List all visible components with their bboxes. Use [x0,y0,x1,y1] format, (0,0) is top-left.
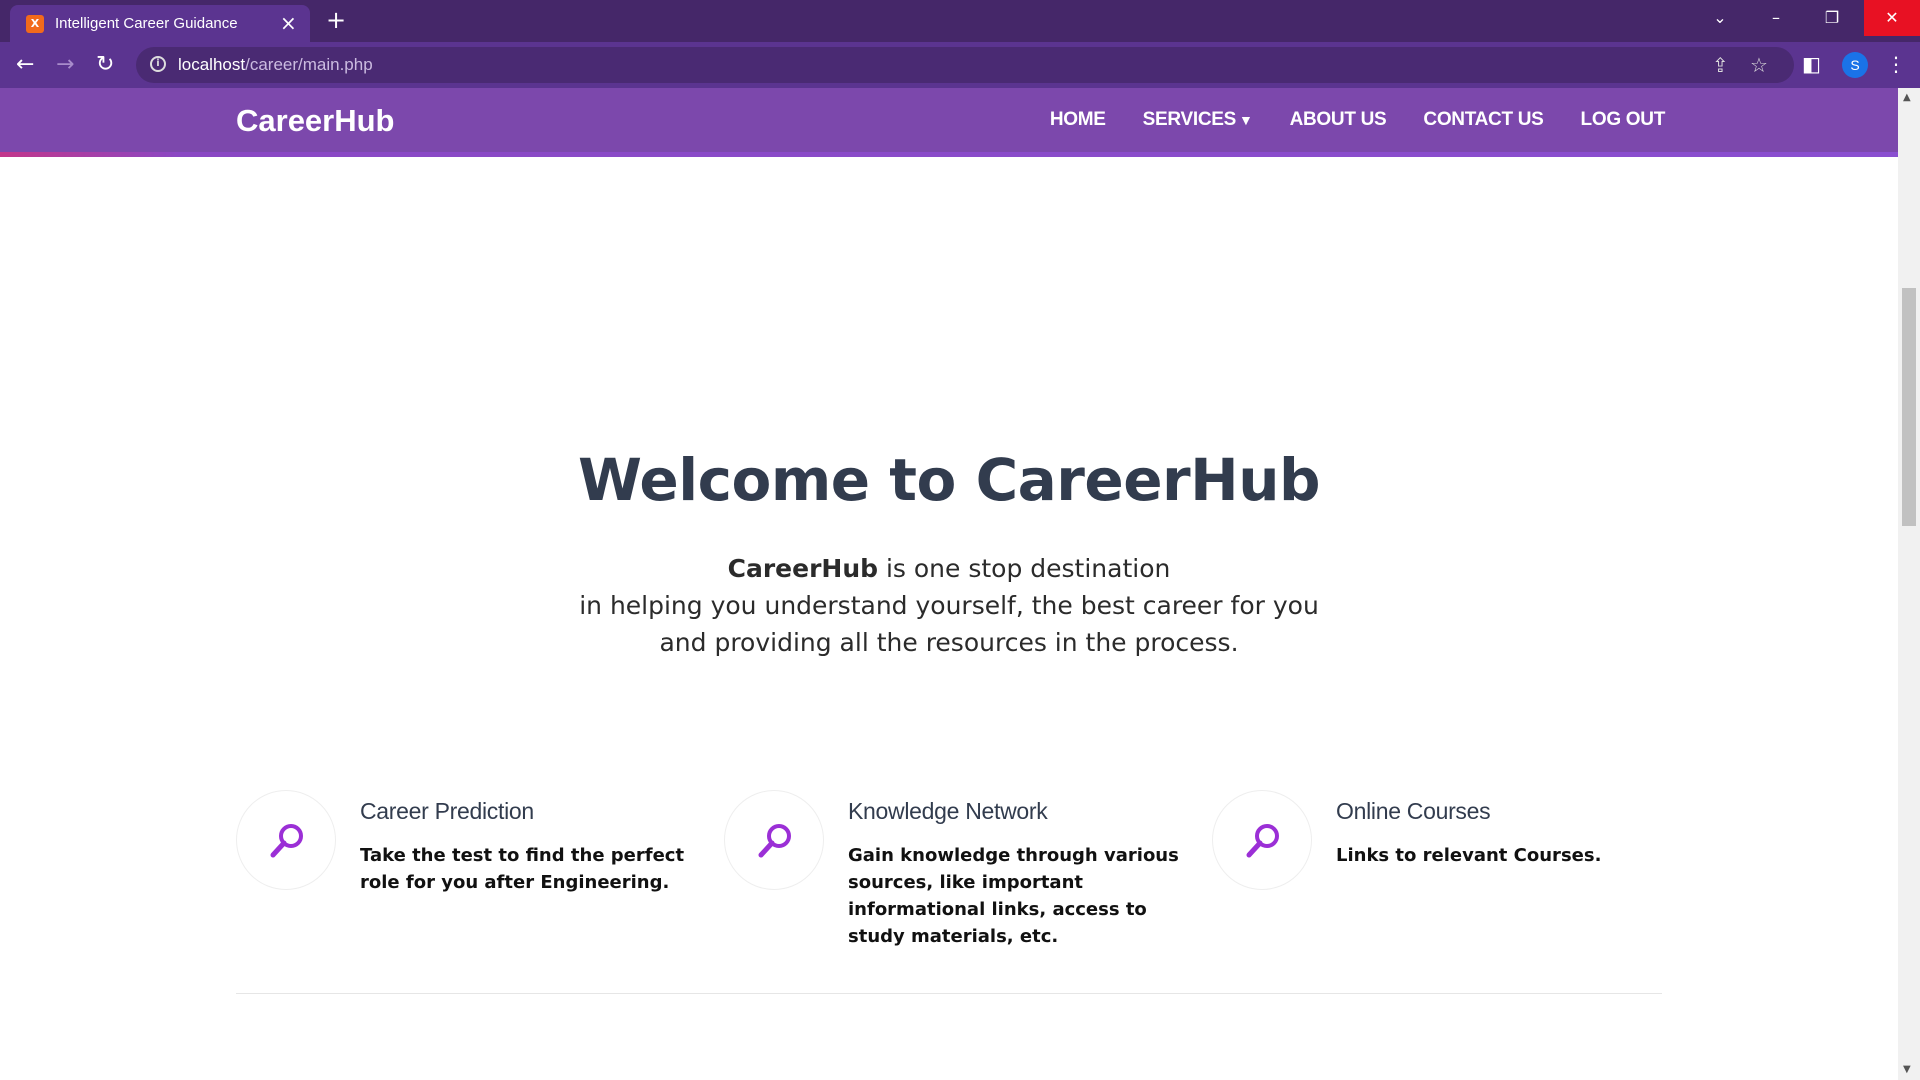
magnifier-icon [270,824,303,858]
forward-icon[interactable]: → [56,52,74,77]
nav-about-us[interactable]: ABOUT US [1290,109,1387,131]
side-panel-icon[interactable]: ◧ [1802,52,1821,76]
feature-description: Links to relevant Courses. [1336,845,1602,866]
profile-avatar[interactable]: S [1842,52,1868,78]
tab-close-icon[interactable]: × [280,11,297,35]
nav-menu: HOME SERVICES ▼ ABOUT US CONTACT US LOG O… [1050,109,1665,131]
site-navbar: CareerHub HOME SERVICES ▼ ABOUT US CONTAC… [0,88,1898,152]
feature-title[interactable]: Online Courses [1336,798,1491,825]
share-icon[interactable]: ⇪ [1712,53,1729,77]
section-divider [236,993,1662,994]
hero-line-1-rest: is one stop destination [878,554,1171,583]
hero-line-3: and providing all the resources in the p… [659,628,1239,657]
feature-description: Take the test to find the perfect role f… [360,845,685,893]
nav-services[interactable]: SERVICES ▼ [1143,109,1253,131]
bookmark-star-icon[interactable]: ☆ [1750,53,1768,77]
browser-titlebar: X Intelligent Career Guidance × + ⌄ – ❐ … [0,0,1920,42]
restore-icon[interactable]: ❐ [1804,0,1860,36]
hero-brand: CareerHub [727,554,879,583]
nav-home[interactable]: HOME [1050,109,1106,131]
feature-online-courses: Online Courses Links to relevant Courses… [1212,790,1672,940]
feature-career-prediction: Career Prediction Take the test to find … [236,790,696,940]
url-text[interactable]: localhost/career/main.php [178,55,373,75]
feature-icon-circle [1212,790,1312,890]
menu-kebab-icon[interactable]: ⋮ [1886,52,1906,76]
page-viewport: CareerHub HOME SERVICES ▼ ABOUT US CONTAC… [0,88,1898,1080]
url-host: localhost [178,55,246,74]
xampp-favicon-icon: X [26,15,44,33]
address-bar[interactable]: i localhost/career/main.php ⇪ ☆ [136,47,1794,83]
hero-title: Welcome to CareerHub [577,446,1321,514]
reload-icon[interactable]: ↻ [96,52,114,77]
scroll-up-icon[interactable]: ▲ [1903,92,1911,103]
close-window-icon[interactable]: ✕ [1864,0,1920,36]
page-scrollbar[interactable]: ▲ ▼ [1898,88,1920,1080]
feature-icon-circle [236,790,336,890]
hero-line-1: CareerHub is one stop destination [0,550,1898,587]
chevron-down-icon: ▼ [1239,112,1253,128]
browser-toolbar: ← → ↻ i localhost/career/main.php ⇪ ☆ ◧ … [0,42,1920,88]
nav-services-label: SERVICES [1142,109,1237,130]
magnifier-icon [1246,824,1279,858]
minimize-icon[interactable]: – [1748,0,1804,36]
feature-description: Gain knowledge through various sources, … [848,845,1179,947]
tab-title: Intelligent Career Guidance [55,15,238,32]
back-icon[interactable]: ← [16,52,34,77]
feature-knowledge-network: Knowledge Network Gain knowledge through… [724,790,1184,947]
hero-description: CareerHub is one stop destination in hel… [0,550,1898,661]
nav-contact-us[interactable]: CONTACT US [1423,109,1543,131]
nav-log-out[interactable]: LOG OUT [1581,109,1666,131]
feature-title[interactable]: Career Prediction [360,798,534,825]
url-path: /career/main.php [245,55,373,74]
browser-tab[interactable]: X Intelligent Career Guidance × [10,5,310,42]
feature-icon-circle [724,790,824,890]
site-info-icon[interactable]: i [150,56,166,72]
site-brand[interactable]: CareerHub [236,103,395,139]
scroll-down-icon[interactable]: ▼ [1903,1064,1911,1075]
new-tab-icon[interactable]: + [326,6,346,34]
tab-search-icon[interactable]: ⌄ [1692,0,1748,36]
navbar-accent-line [0,152,1898,157]
magnifier-icon [758,824,791,858]
hero-line-2: in helping you understand yourself, the … [579,591,1319,620]
scroll-thumb[interactable] [1902,288,1916,526]
feature-title[interactable]: Knowledge Network [848,798,1048,825]
